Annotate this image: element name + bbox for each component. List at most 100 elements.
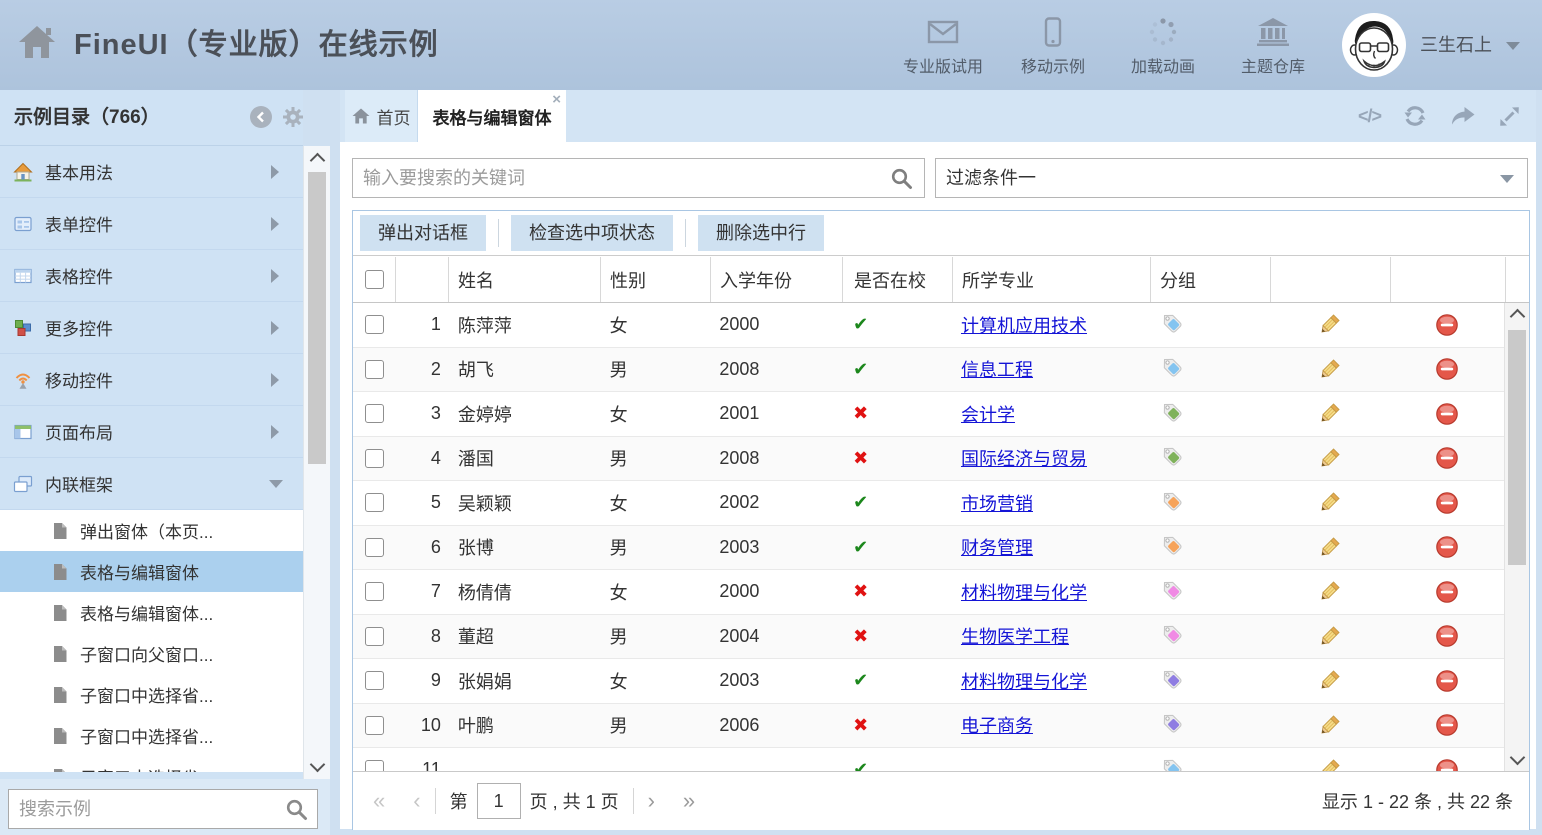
nav-mobile-demo[interactable]: 移动示例 [998, 14, 1108, 77]
header-gender[interactable]: 性别 [601, 257, 711, 302]
delete-icon[interactable] [1435, 758, 1459, 771]
delete-icon[interactable] [1435, 357, 1459, 381]
major-link[interactable]: 会计学 [961, 401, 1015, 427]
tab-home[interactable]: 首页 [345, 90, 418, 142]
delete-icon[interactable] [1435, 713, 1459, 737]
header-name[interactable]: 姓名 [449, 257, 601, 302]
prev-page-icon[interactable]: ‹ [413, 790, 420, 812]
nav-theme-store[interactable]: 主题仓库 [1218, 14, 1328, 77]
header-group[interactable]: 分组 [1151, 257, 1271, 302]
nav-trial[interactable]: 专业版试用 [888, 14, 998, 77]
last-page-icon[interactable]: » [683, 790, 695, 812]
nav-loading-anim[interactable]: 加载动画 [1108, 14, 1218, 77]
avatar[interactable] [1342, 13, 1406, 77]
sidebar-subitem[interactable]: 表格与编辑窗体 [0, 551, 303, 592]
row-checkbox[interactable] [365, 315, 384, 334]
major-link[interactable]: 材料物理与化学 [961, 579, 1087, 605]
sidebar-subitem[interactable]: 子窗口向父窗口... [0, 633, 303, 674]
row-checkbox[interactable] [365, 493, 384, 512]
sidebar-group-form[interactable]: 表单控件 [0, 198, 303, 250]
header-enrolled[interactable]: 是否在校 [843, 257, 953, 302]
header-major[interactable]: 所学专业 [953, 257, 1151, 302]
edit-icon[interactable] [1317, 312, 1342, 337]
close-icon[interactable]: × [552, 92, 561, 107]
page-number-input[interactable] [477, 783, 521, 819]
edit-icon[interactable] [1317, 446, 1342, 471]
sidebar-group-more[interactable]: 更多控件 [0, 302, 303, 354]
scroll-down-icon[interactable] [1510, 750, 1526, 766]
keyword-search-input[interactable] [353, 159, 924, 197]
header-year[interactable]: 入学年份 [711, 257, 843, 302]
select-all-checkbox[interactable] [365, 270, 384, 289]
edit-icon[interactable] [1317, 624, 1342, 649]
edit-icon[interactable] [1317, 579, 1342, 604]
scrollbar-thumb[interactable] [1508, 330, 1526, 565]
share-icon[interactable] [1449, 104, 1476, 128]
refresh-icon[interactable] [1402, 103, 1428, 129]
sidebar-group-layout[interactable]: 页面布局 [0, 406, 303, 458]
sidebar-search-input[interactable] [9, 790, 317, 828]
major-link[interactable]: 电子商务 [961, 712, 1033, 738]
delete-icon[interactable] [1435, 535, 1459, 559]
row-checkbox[interactable] [365, 582, 384, 601]
major-link[interactable]: 市场营销 [961, 490, 1033, 516]
edit-icon[interactable] [1317, 490, 1342, 515]
open-dialog-button[interactable]: 弹出对话框 [360, 215, 486, 251]
row-checkbox[interactable] [365, 360, 384, 379]
check-selection-button[interactable]: 检查选中项状态 [511, 215, 673, 251]
row-checkbox[interactable] [365, 671, 384, 690]
row-checkbox[interactable] [365, 760, 384, 771]
major-link[interactable]: 财务管理 [961, 534, 1033, 560]
major-link[interactable]: 材料物理与化学 [961, 668, 1087, 694]
scroll-down-icon[interactable] [310, 757, 326, 773]
user-menu-chevron-down-icon[interactable] [1506, 42, 1520, 50]
sidebar-subitem[interactable]: 弹出窗体（本页... [0, 510, 303, 551]
major-link[interactable]: 计算机应用技术 [961, 312, 1087, 338]
delete-icon[interactable] [1435, 624, 1459, 648]
row-checkbox[interactable] [365, 627, 384, 646]
delete-icon[interactable] [1435, 580, 1459, 604]
scroll-up-icon[interactable] [1510, 309, 1526, 325]
edit-icon[interactable] [1317, 357, 1342, 382]
major-link[interactable]: 生物医学工程 [961, 623, 1069, 649]
delete-icon[interactable] [1435, 402, 1459, 426]
sidebar-subitem[interactable]: 表格与编辑窗体... [0, 592, 303, 633]
sidebar-scrollbar[interactable] [303, 146, 330, 779]
sidebar-group-basic[interactable]: 基本用法 [0, 146, 303, 198]
delete-icon[interactable] [1435, 446, 1459, 470]
collapse-sidebar-icon[interactable] [250, 106, 272, 128]
major-link[interactable]: 信息工程 [961, 356, 1033, 382]
delete-icon[interactable] [1435, 669, 1459, 693]
first-page-icon[interactable]: « [373, 790, 385, 812]
scrollbar-thumb[interactable] [308, 172, 326, 464]
edit-icon[interactable] [1317, 757, 1342, 771]
sidebar-group-grid[interactable]: 表格控件 [0, 250, 303, 302]
sidebar-group-mobile[interactable]: 移动控件 [0, 354, 303, 406]
source-code-icon[interactable]: </> [1358, 106, 1381, 127]
table-scrollbar[interactable] [1504, 303, 1529, 771]
edit-icon[interactable] [1317, 401, 1342, 426]
username[interactable]: 三生石上 [1420, 0, 1492, 90]
filter-dropdown[interactable]: 过滤条件一 [935, 158, 1528, 198]
scroll-up-icon[interactable] [310, 153, 326, 169]
row-checkbox[interactable] [365, 449, 384, 468]
next-page-icon[interactable]: › [648, 790, 655, 812]
row-checkbox[interactable] [365, 404, 384, 423]
search-icon[interactable] [890, 167, 914, 196]
edit-icon[interactable] [1317, 713, 1342, 738]
sidebar-subitem[interactable]: 子窗口中选择省... [0, 756, 303, 772]
sidebar-subitem[interactable]: 子窗口中选择省... [0, 674, 303, 715]
delete-rows-button[interactable]: 删除选中行 [698, 215, 824, 251]
major-link[interactable]: 国际经济与贸易 [961, 445, 1087, 471]
row-checkbox[interactable] [365, 538, 384, 557]
edit-icon[interactable] [1317, 535, 1342, 560]
sidebar-group-iframe[interactable]: 内联框架 [0, 458, 303, 510]
delete-icon[interactable] [1435, 491, 1459, 515]
sidebar-subitem[interactable]: 子窗口中选择省... [0, 715, 303, 756]
gear-icon[interactable] [282, 106, 304, 133]
row-checkbox[interactable] [365, 716, 384, 735]
expand-icon[interactable] [1497, 104, 1522, 129]
delete-icon[interactable] [1435, 313, 1459, 337]
edit-icon[interactable] [1317, 668, 1342, 693]
tab-active[interactable]: 表格与编辑窗体 × [418, 90, 566, 142]
